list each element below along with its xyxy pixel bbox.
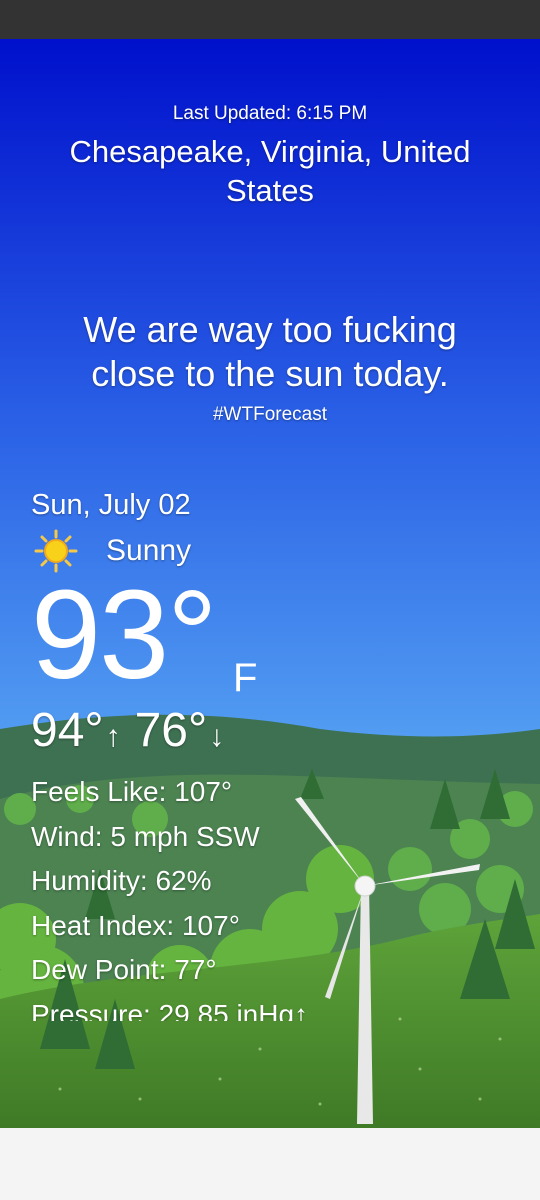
detail-dew-point: Dew Point: 77° <box>31 954 217 985</box>
low-arrow-icon: ↓ <box>209 720 225 753</box>
navigation-bar <box>0 1128 540 1200</box>
details-list: Feels Like: 107° Wind: 5 mph SSW Humidit… <box>31 770 308 1021</box>
forecast-hashtag: #WTForecast <box>212 404 328 425</box>
temperature-unit: F <box>233 656 258 700</box>
detail-pressure: Pressure: 29.85 inHg↑ <box>31 998 309 1022</box>
current-temperature: 93° <box>31 564 218 705</box>
high-arrow-icon: ↑ <box>105 720 121 753</box>
status-bar <box>0 0 540 39</box>
high-temperature: 94° <box>31 704 104 757</box>
forecast-date: Sun, July 02 <box>31 489 191 521</box>
low-temperature: 76° <box>134 704 208 757</box>
last-updated-text: Last Updated: 6:15 PM <box>172 103 368 124</box>
detail-feels-like: Feels Like: 107° <box>31 776 233 807</box>
forecast-tagline: We are way too fucking close to the sun … <box>83 309 457 394</box>
details-viewport[interactable]: Feels Like: 107° Wind: 5 mph SSW Humidit… <box>0 766 400 1021</box>
detail-humidity: Humidity: 62% <box>31 865 212 896</box>
condition-label: Sunny <box>106 534 192 567</box>
detail-heat-index: Heat Index: 107° <box>31 909 240 941</box>
high-low-row: 94° ↑ 76° ↓ <box>31 703 238 765</box>
location-title: Chesapeake, Virginia, United States <box>69 134 471 208</box>
detail-wind: Wind: 5 mph SSW <box>31 820 260 852</box>
